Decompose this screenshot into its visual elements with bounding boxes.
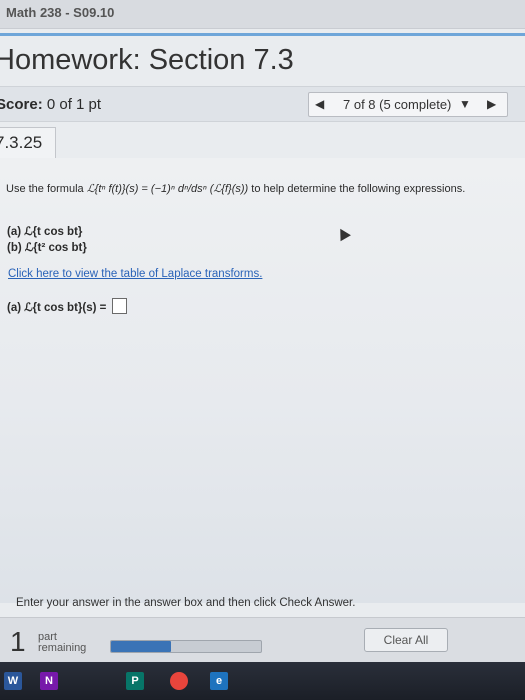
prompt-pre: Use the formula	[6, 183, 84, 195]
part-b-expr: ℒ{t² cos bt}	[24, 242, 87, 254]
taskbar: WN Pe	[0, 662, 525, 700]
mouse-cursor-icon	[335, 225, 351, 242]
part-a-expr: ℒ{t cos bt}	[24, 226, 83, 238]
prompt-post: to help determine the following expressi…	[251, 183, 466, 195]
question-parts: (a) ℒ{t cos bt} (b) ℒ{t² cos bt}	[7, 224, 87, 256]
prompt-formula: ℒ{tⁿ f(t)}(s) = (−1)ⁿ dⁿ/dsⁿ (ℒ{f}(s))	[86, 183, 249, 195]
question-content: Use the formula ℒ{tⁿ f(t)}(s) = (−1)ⁿ dⁿ…	[0, 158, 525, 603]
score: Score: 0 of 1 pt	[0, 96, 101, 113]
next-question-icon[interactable]: ▶	[487, 97, 496, 111]
question-list-dropdown-icon[interactable]: ▼	[459, 97, 471, 111]
question-navigator: ◀ 7 of 8 (5 complete) ▼ ▶	[308, 92, 508, 117]
previous-question-icon[interactable]: ◀	[315, 97, 324, 111]
answer-input[interactable]	[111, 298, 127, 314]
part-a: (a) ℒ{t cos bt}	[7, 224, 87, 240]
footer-bar: 1 part remaining Clear All	[0, 617, 525, 663]
remaining-word: remaining	[38, 642, 87, 654]
top-bar: Math 238 - S09.10	[0, 0, 525, 29]
progress-bar	[110, 640, 262, 653]
score-value: 0 of 1 pt	[46, 96, 102, 113]
course-title: Math 238 - S09.10	[6, 5, 115, 20]
part-a-label: (a)	[7, 226, 22, 238]
word-icon[interactable]: W	[4, 672, 22, 690]
score-bar: Score: 0 of 1 pt ◀ 7 of 8 (5 complete) ▼…	[0, 86, 525, 122]
laplace-table-link[interactable]: Click here to view the table of Laplace …	[8, 268, 262, 280]
answer-prompt: (a) ℒ{t cos bt}(s) =	[7, 302, 107, 314]
progress-fill	[111, 641, 171, 652]
edge-icon[interactable]: e	[210, 672, 228, 690]
answer-row: (a) ℒ{t cos bt}(s) =	[7, 298, 127, 314]
score-label: Score:	[0, 96, 43, 113]
parts-remaining-count: 1	[10, 626, 26, 657]
header-divider	[0, 33, 525, 36]
part-b-label: (b)	[7, 242, 22, 254]
parts-remaining-label: part remaining	[38, 632, 86, 654]
chrome-icon[interactable]	[170, 672, 188, 690]
onenote-icon[interactable]: N	[40, 672, 58, 690]
clear-all-button[interactable]: Clear All	[364, 628, 448, 652]
question-position: 7 of 8 (5 complete)	[343, 97, 452, 112]
instruction-text: Enter your answer in the answer box and …	[16, 597, 356, 609]
publisher-icon[interactable]: P	[126, 672, 144, 690]
part-b: (b) ℒ{t² cos bt}	[7, 240, 87, 256]
question-number: 7.3.25	[0, 133, 43, 152]
question-prompt: Use the formula ℒ{tⁿ f(t)}(s) = (−1)ⁿ dⁿ…	[6, 182, 521, 195]
page-title: Homework: Section 7.3	[0, 44, 294, 76]
question-number-tab: 7.3.25	[0, 127, 56, 159]
